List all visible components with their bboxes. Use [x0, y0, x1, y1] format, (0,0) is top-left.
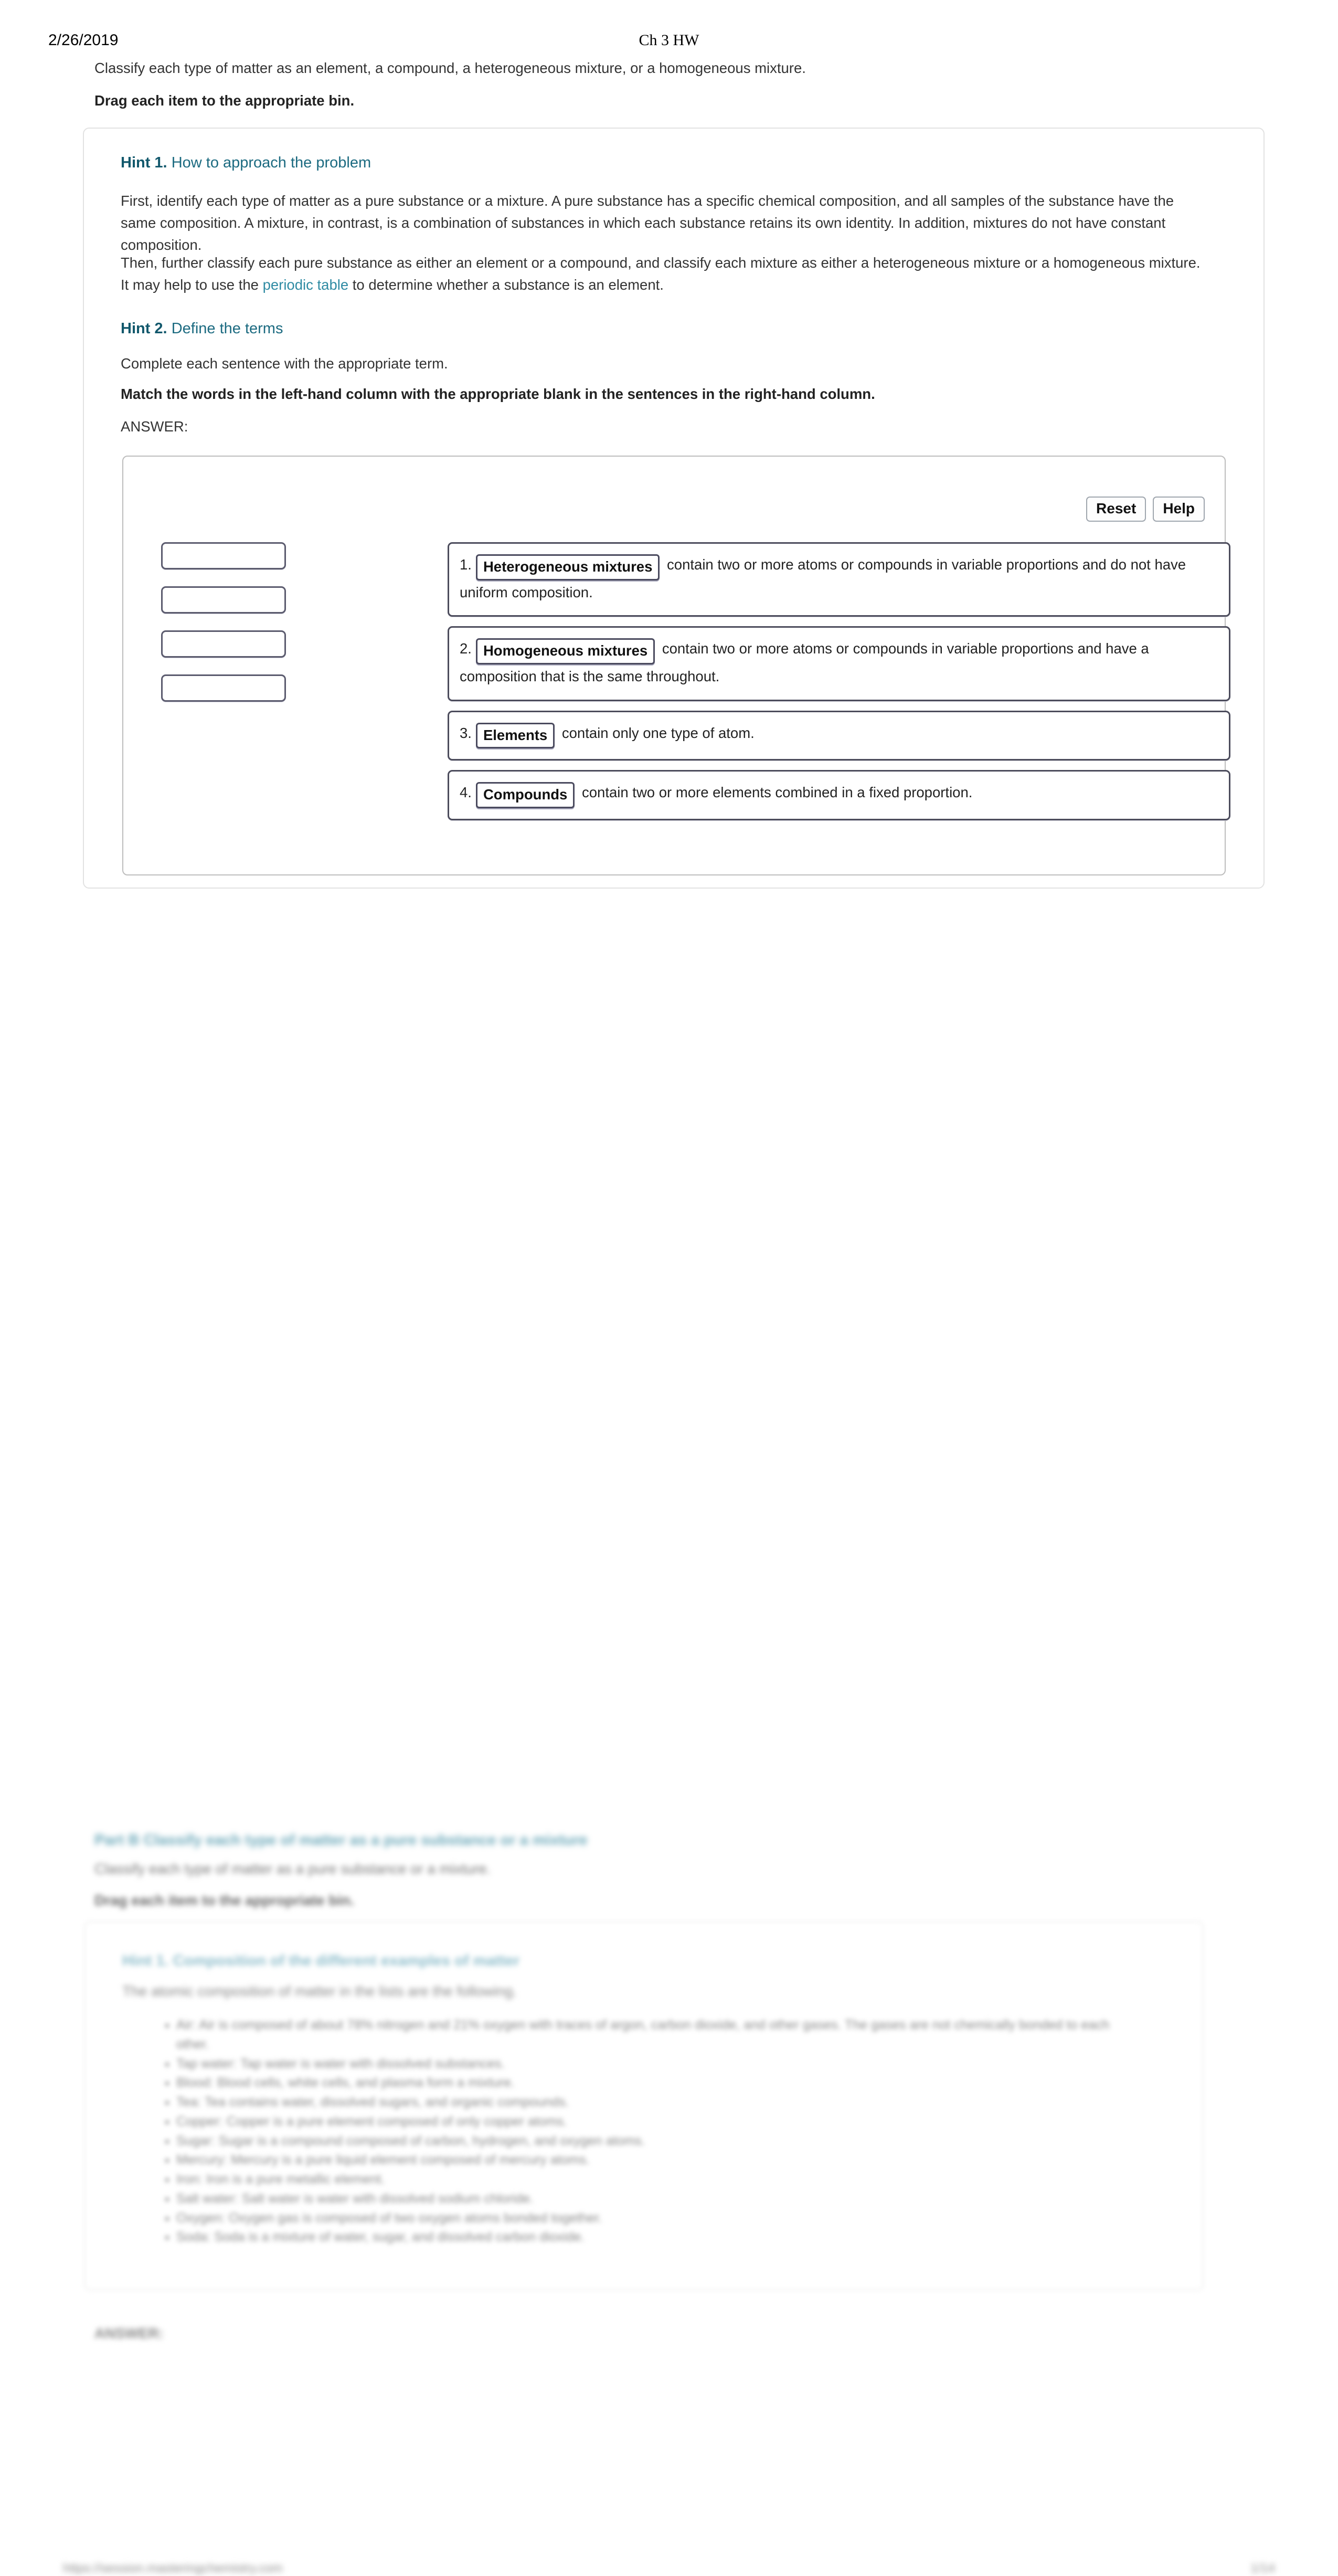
list-item: Soda: Soda is a mixture of water, sugar,…: [176, 2227, 1121, 2247]
list-item: Oxygen: Oxygen gas is composed of two ox…: [176, 2209, 1121, 2228]
list-item: Sugar: Sugar is a compound composed of c…: [176, 2131, 1121, 2151]
hint-1-paragraph-1: First, identify each type of matter as a…: [121, 193, 1174, 253]
hint-2-title: Define the terms: [171, 320, 283, 337]
part-b-hint-list: Air: Air is composed of about 78% nitrog…: [157, 2015, 1121, 2247]
source-bin[interactable]: [161, 630, 286, 658]
drag-instruction: Drag each item to the appropriate bin.: [94, 92, 355, 109]
sentence-row: 2. Homogeneous mixtures contain two or mo…: [448, 626, 1230, 701]
sentence-row: 4. Compounds contain two or more elements…: [448, 770, 1230, 820]
list-item: Blood: Blood cells, white cells, and pla…: [176, 2073, 1121, 2093]
list-item: Tea: Tea contains water, dissolved sugar…: [176, 2093, 1121, 2112]
part-b-subtitle: Classify each type of matter as a pure s…: [94, 1861, 491, 1877]
blurred-region: Part B Classify each type of matter as a…: [0, 892, 1338, 2575]
answer-chip[interactable]: Elements: [475, 722, 555, 748]
answer-toolbar: Reset Help: [1086, 497, 1205, 522]
hint-1-paragraph-2-after: to determine whether a substance is an e…: [348, 276, 664, 293]
answer-label: ANSWER:: [121, 418, 188, 435]
list-item: Mercury: Mercury is a pure liquid elemen…: [176, 2150, 1121, 2170]
list-item: Iron: Iron is a pure metallic element.: [176, 2170, 1121, 2189]
part-b-instruction: Drag each item to the appropriate bin.: [94, 1892, 355, 1908]
sentence-row: 3. Elements contain only one type of atom…: [448, 710, 1230, 761]
sentence-text: contain two or more elements combined in…: [578, 784, 973, 800]
sentence-text: contain only one type of atom.: [558, 724, 755, 741]
footer-page-number: 1/14: [1250, 2561, 1275, 2575]
question-prompt: Classify each type of matter as an eleme…: [94, 60, 806, 76]
sentence-number: 3.: [460, 724, 472, 741]
part-b-answer-label: ANSWER:: [94, 2325, 164, 2341]
hint-1-label: Hint 1.: [121, 154, 167, 171]
hint-2-heading[interactable]: Hint 2. Define the terms: [121, 320, 283, 337]
list-item: Salt water: Salt water is water with dis…: [176, 2189, 1121, 2209]
footer-url: https://session.masteringchemistry.com: [63, 2561, 283, 2575]
source-bin[interactable]: [161, 674, 286, 702]
page-title: Ch 3 HW: [639, 31, 699, 49]
hint-1-heading[interactable]: Hint 1. How to approach the problem: [121, 154, 371, 172]
page-header: 2/26/2019 Ch 3 HW: [0, 31, 1338, 52]
hint-2-instruction: Match the words in the left-hand column …: [121, 386, 875, 402]
answer-chip[interactable]: Compounds: [475, 782, 575, 808]
sentence-row-list: 1. Heterogeneous mixtures contain two or …: [448, 542, 1230, 830]
part-b-hint-heading[interactable]: Hint 1. Composition of the different exa…: [122, 1952, 519, 1970]
hint-1-paragraph-2: Then, further classify each pure substan…: [121, 252, 1202, 296]
help-button[interactable]: Help: [1153, 497, 1205, 522]
list-item: Copper: Copper is a pure element compose…: [176, 2112, 1121, 2131]
sentence-number: 4.: [460, 784, 472, 800]
list-item: Tap water: Tap water is water with disso…: [176, 2054, 1121, 2074]
answer-chip[interactable]: Heterogeneous mixtures: [475, 554, 660, 580]
list-item: Air: Air is composed of about 78% nitrog…: [176, 2015, 1121, 2054]
sentence-row: 1. Heterogeneous mixtures contain two or …: [448, 542, 1230, 617]
hint-2-paragraph: Complete each sentence with the appropri…: [121, 355, 448, 372]
hint-1-title: How to approach the problem: [171, 154, 371, 171]
source-bin-list: [161, 542, 286, 719]
sentence-number: 2.: [460, 640, 472, 657]
part-b-heading[interactable]: Part B Classify each type of matter as a…: [94, 1832, 588, 1849]
reset-button[interactable]: Reset: [1086, 497, 1146, 522]
answer-chip[interactable]: Homogeneous mixtures: [475, 638, 655, 664]
source-bin[interactable]: [161, 542, 286, 569]
source-bin[interactable]: [161, 586, 286, 614]
hint-2-label: Hint 2.: [121, 320, 167, 337]
sentence-number: 1.: [460, 556, 472, 573]
part-b-hint-paragraph: The atomic composition of matter in the …: [122, 1983, 517, 1999]
periodic-table-link[interactable]: periodic table: [263, 277, 349, 293]
